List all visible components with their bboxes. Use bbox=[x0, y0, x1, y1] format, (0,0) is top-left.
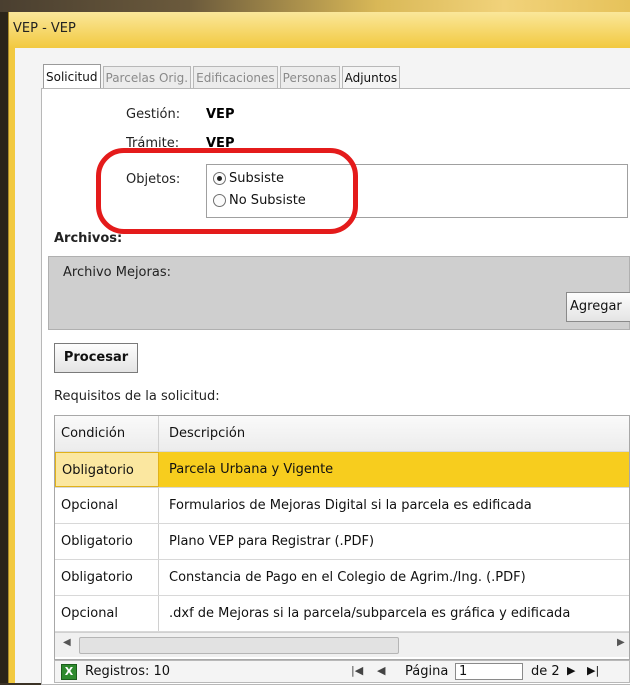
tab-adjuntos[interactable]: Adjuntos bbox=[341, 66, 401, 88]
gestion-label: Gestión: bbox=[126, 107, 181, 122]
registros-count: Registros: 10 bbox=[85, 664, 171, 679]
agregar-button[interactable]: Agregar bbox=[566, 292, 630, 322]
prev-page-icon[interactable]: ◀ bbox=[377, 664, 385, 677]
cell-condicion: Obligatorio bbox=[55, 560, 159, 595]
window-left-edge bbox=[0, 12, 8, 683]
window-title: VEP - VEP bbox=[13, 21, 76, 36]
horizontal-scrollbar[interactable]: ◀ ▶ bbox=[55, 632, 629, 657]
archivo-mejoras-label: Archivo Mejoras: bbox=[63, 265, 171, 280]
table-row[interactable]: Opcional Formularios de Mejoras Digital … bbox=[55, 488, 629, 524]
cell-descripcion: .dxf de Mejoras si la parcela/subparcela… bbox=[169, 606, 571, 621]
tab-personas[interactable]: Personas bbox=[279, 66, 340, 88]
cell-condicion: Obligatorio bbox=[55, 452, 159, 487]
last-page-icon[interactable]: ▶| bbox=[587, 664, 599, 677]
column-header-condicion[interactable]: Condición bbox=[55, 416, 159, 451]
tramite-value: VEP bbox=[206, 136, 235, 148]
scroll-left-icon[interactable]: ◀ bbox=[63, 637, 71, 648]
first-page-icon[interactable]: |◀ bbox=[351, 664, 363, 677]
cell-descripcion: Plano VEP para Registrar (.PDF) bbox=[169, 534, 375, 549]
page-total: de 2 bbox=[531, 664, 560, 679]
table-row[interactable]: Obligatorio Parcela Urbana y Vigente bbox=[55, 452, 629, 488]
cell-condicion: Opcional bbox=[55, 488, 159, 523]
pagina-label: Página bbox=[405, 664, 449, 679]
scrollbar-thumb[interactable] bbox=[79, 637, 399, 654]
red-highlight-ring bbox=[96, 148, 358, 234]
title-bar[interactable]: VEP - VEP bbox=[9, 12, 630, 48]
tramite-label: Trámite: bbox=[126, 136, 180, 148]
excel-export-icon[interactable]: X bbox=[61, 664, 77, 680]
requisitos-grid: Condición Descripción Obligatorio Parcel… bbox=[54, 415, 630, 660]
tab-solicitud[interactable]: Solicitud bbox=[43, 64, 101, 88]
table-row[interactable]: Obligatorio Constancia de Pago en el Col… bbox=[55, 560, 629, 596]
cell-condicion: Obligatorio bbox=[55, 524, 159, 559]
scroll-right-icon[interactable]: ▶ bbox=[617, 637, 625, 648]
column-header-descripcion[interactable]: Descripción bbox=[159, 416, 629, 451]
page-number-input[interactable]: 1 bbox=[455, 663, 523, 680]
cell-descripcion: Constancia de Pago en el Colegio de Agri… bbox=[169, 570, 526, 585]
tab-parcelas-orig[interactable]: Parcelas Orig. bbox=[102, 66, 192, 88]
gestion-value: VEP bbox=[206, 107, 235, 122]
cell-descripcion: Formularios de Mejoras Digital si la par… bbox=[169, 498, 532, 513]
archivos-heading: Archivos: bbox=[54, 231, 123, 246]
next-page-icon[interactable]: ▶ bbox=[567, 664, 575, 677]
tab-edificaciones[interactable]: Edificaciones bbox=[193, 66, 278, 88]
cell-condicion: Opcional bbox=[55, 596, 159, 631]
cell-descripcion: Parcela Urbana y Vigente bbox=[159, 452, 629, 487]
grid-header-row: Condición Descripción bbox=[55, 416, 629, 452]
procesar-button[interactable]: Procesar bbox=[54, 343, 138, 373]
tab-strip: Solicitud Parcelas Orig. Edificaciones P… bbox=[43, 64, 402, 88]
requisitos-heading: Requisitos de la solicitud: bbox=[54, 389, 220, 404]
archivo-mejoras-box: Archivo Mejoras: bbox=[48, 256, 630, 330]
table-row[interactable]: Obligatorio Plano VEP para Registrar (.P… bbox=[55, 524, 629, 560]
grid-pager: X Registros: 10 |◀ ◀ Página 1 de 2 ▶ ▶| bbox=[54, 660, 630, 683]
table-row[interactable]: Opcional .dxf de Mejoras si la parcela/s… bbox=[55, 596, 629, 632]
